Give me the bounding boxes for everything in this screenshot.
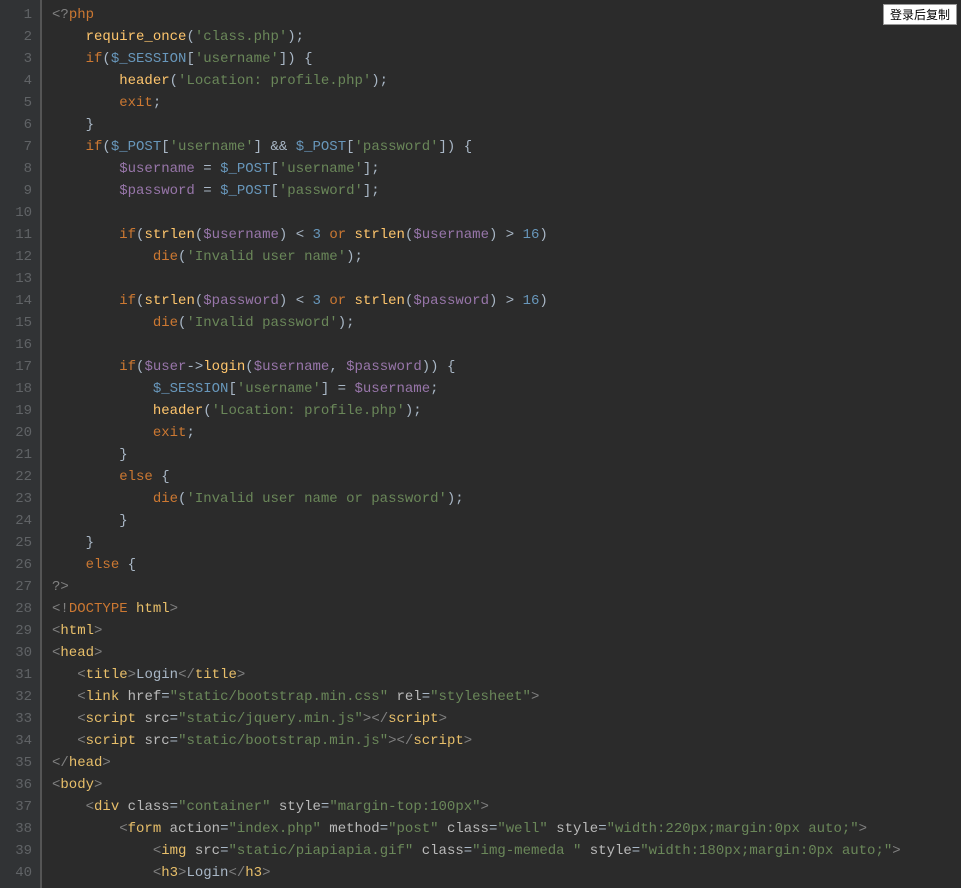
line-number: 2 (12, 26, 32, 48)
line-number: 17 (12, 356, 32, 378)
line-number: 30 (12, 642, 32, 664)
code-line: die('Invalid password'); (52, 312, 961, 334)
line-number: 20 (12, 422, 32, 444)
line-number: 7 (12, 136, 32, 158)
code-line: } (52, 444, 961, 466)
code-line: require_once('class.php'); (52, 26, 961, 48)
code-line: if($user->login($username, $password)) { (52, 356, 961, 378)
code-line: <body> (52, 774, 961, 796)
code-line: if($_POST['username'] && $_POST['passwor… (52, 136, 961, 158)
line-number: 9 (12, 180, 32, 202)
line-number: 36 (12, 774, 32, 796)
code-line: die('Invalid user name or password'); (52, 488, 961, 510)
code-line: <!DOCTYPE html> (52, 598, 961, 620)
line-number: 25 (12, 532, 32, 554)
line-number: 32 (12, 686, 32, 708)
code-line: <script src="static/bootstrap.min.js"></… (52, 730, 961, 752)
code-line: <h3>Login</h3> (52, 862, 961, 884)
line-number: 24 (12, 510, 32, 532)
code-line: <?php (52, 4, 961, 26)
code-line: } (52, 510, 961, 532)
code-line: ?> (52, 576, 961, 598)
code-line: exit; (52, 422, 961, 444)
line-number: 33 (12, 708, 32, 730)
code-line: if(strlen($password) < 3 or strlen($pass… (52, 290, 961, 312)
line-number: 19 (12, 400, 32, 422)
code-line: } (52, 532, 961, 554)
line-number: 35 (12, 752, 32, 774)
line-number: 37 (12, 796, 32, 818)
line-number: 27 (12, 576, 32, 598)
line-number: 4 (12, 70, 32, 92)
line-number: 26 (12, 554, 32, 576)
line-number: 23 (12, 488, 32, 510)
line-number: 39 (12, 840, 32, 862)
line-number: 29 (12, 620, 32, 642)
line-number: 40 (12, 862, 32, 884)
code-line: $_SESSION['username'] = $username; (52, 378, 961, 400)
line-number: 31 (12, 664, 32, 686)
copy-after-login-button[interactable]: 登录后复制 (883, 4, 957, 25)
code-line: header('Location: profile.php'); (52, 70, 961, 92)
code-line: <script src="static/jquery.min.js"></scr… (52, 708, 961, 730)
code-line: die('Invalid user name'); (52, 246, 961, 268)
line-number: 28 (12, 598, 32, 620)
code-line: if(strlen($username) < 3 or strlen($user… (52, 224, 961, 246)
code-line: if($_SESSION['username']) { (52, 48, 961, 70)
code-line: </head> (52, 752, 961, 774)
code-line: exit; (52, 92, 961, 114)
code-line (52, 334, 961, 356)
code-line (52, 202, 961, 224)
code-line: <img src="static/piapiapia.gif" class="i… (52, 840, 961, 862)
code-line: <form action="index.php" method="post" c… (52, 818, 961, 840)
line-number: 14 (12, 290, 32, 312)
code-line: header('Location: profile.php'); (52, 400, 961, 422)
line-number: 10 (12, 202, 32, 224)
code-line: <html> (52, 620, 961, 642)
code-editor: 1234567891011121314151617181920212223242… (0, 0, 961, 888)
code-area[interactable]: <?php require_once('class.php'); if($_SE… (42, 0, 961, 888)
line-number: 18 (12, 378, 32, 400)
code-line: else { (52, 466, 961, 488)
code-line: $password = $_POST['password']; (52, 180, 961, 202)
line-number: 15 (12, 312, 32, 334)
line-number: 11 (12, 224, 32, 246)
code-line: $username = $_POST['username']; (52, 158, 961, 180)
line-number: 22 (12, 466, 32, 488)
line-number: 38 (12, 818, 32, 840)
line-number: 3 (12, 48, 32, 70)
line-number-gutter: 1234567891011121314151617181920212223242… (0, 0, 42, 888)
line-number: 16 (12, 334, 32, 356)
line-number: 1 (12, 4, 32, 26)
code-line (52, 268, 961, 290)
code-line: <div class="container" style="margin-top… (52, 796, 961, 818)
line-number: 6 (12, 114, 32, 136)
code-line: <head> (52, 642, 961, 664)
line-number: 12 (12, 246, 32, 268)
line-number: 5 (12, 92, 32, 114)
line-number: 21 (12, 444, 32, 466)
line-number: 13 (12, 268, 32, 290)
line-number: 34 (12, 730, 32, 752)
code-line: else { (52, 554, 961, 576)
code-line: <title>Login</title> (52, 664, 961, 686)
line-number: 8 (12, 158, 32, 180)
code-line: <link href="static/bootstrap.min.css" re… (52, 686, 961, 708)
code-line: } (52, 114, 961, 136)
